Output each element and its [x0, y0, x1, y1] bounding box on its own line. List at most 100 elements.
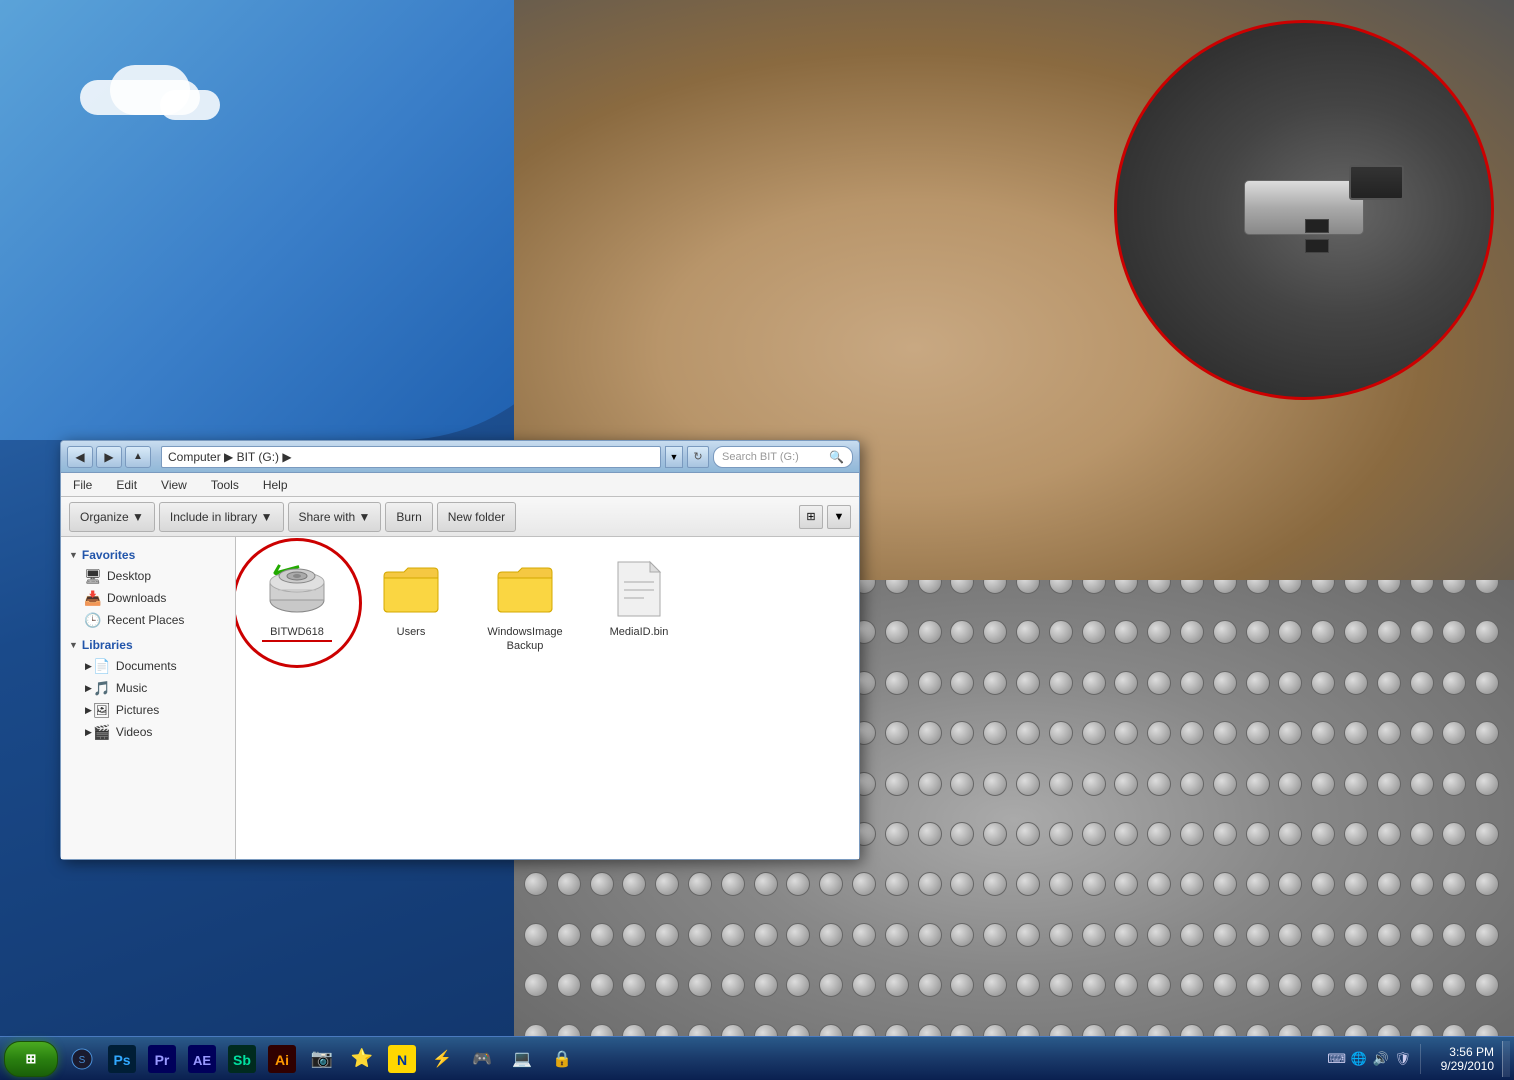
taskbar-norton[interactable]: N: [384, 1041, 420, 1077]
metal-dot: [590, 872, 614, 896]
sidebar-item-desktop[interactable]: 🖥 Desktop: [61, 565, 235, 587]
search-bar[interactable]: Search BIT (G:) 🔍: [713, 446, 853, 468]
metal-dot: [983, 671, 1007, 695]
metal-dot: [655, 872, 679, 896]
taskbar-illustrator[interactable]: Ai: [264, 1041, 300, 1077]
metal-dot: [983, 772, 1007, 796]
taskbar-unknown5[interactable]: 💻: [504, 1041, 540, 1077]
forward-button[interactable]: ▶: [96, 446, 122, 468]
metal-dot: [1082, 772, 1106, 796]
metal-dot: [1311, 973, 1335, 997]
libraries-section: ▼ Libraries ▶ 📄 Documents ▶ 🎵 Music: [61, 635, 235, 743]
menu-view[interactable]: View: [157, 476, 191, 494]
view-icon-button[interactable]: ⊞: [799, 505, 823, 529]
view-dropdown-button[interactable]: ▼: [827, 505, 851, 529]
taskbar-unknown1[interactable]: 📷: [304, 1041, 340, 1077]
tray-keyboard[interactable]: ⌨: [1328, 1050, 1346, 1068]
new-folder-button[interactable]: New folder: [437, 502, 516, 532]
metal-dot: [590, 973, 614, 997]
menu-file[interactable]: File: [69, 476, 96, 494]
metal-dot: [950, 772, 974, 796]
sidebar-item-music[interactable]: ▶ 🎵 Music: [61, 677, 235, 699]
svg-text:Ai: Ai: [275, 1052, 289, 1068]
metal-dot: [1442, 872, 1466, 896]
explorer-window: ◀ ▶ ▲ Computer ▶ BIT (G:) ▶ ▼ ↻ Search B…: [60, 440, 860, 860]
metal-dot: [721, 872, 745, 896]
metal-dot: [1278, 772, 1302, 796]
menu-tools[interactable]: Tools: [207, 476, 243, 494]
metal-dot: [852, 872, 876, 896]
metal-dot: [885, 923, 909, 947]
metal-dot: [1377, 923, 1401, 947]
metal-dot: [1311, 923, 1335, 947]
show-desktop-button[interactable]: [1502, 1041, 1510, 1077]
libraries-header[interactable]: ▼ Libraries: [61, 635, 235, 655]
sidebar-item-documents[interactable]: ▶ 📄 Documents: [61, 655, 235, 677]
metal-dot: [1278, 822, 1302, 846]
metal-dot: [1442, 923, 1466, 947]
sidebar-item-recent[interactable]: 🕒 Recent Places: [61, 609, 235, 631]
file-area: ↙: [236, 537, 859, 859]
taskbar-unknown3[interactable]: ⚡: [424, 1041, 460, 1077]
organize-button[interactable]: Organize ▼: [69, 502, 155, 532]
taskbar-unknown4[interactable]: 🎮: [464, 1041, 500, 1077]
metal-dot: [1213, 671, 1237, 695]
metal-dot: [983, 620, 1007, 644]
tray-shield[interactable]: 🛡: [1394, 1050, 1412, 1068]
metal-dot: [1049, 620, 1073, 644]
metal-dot: [754, 923, 778, 947]
sidebar-item-videos[interactable]: ▶ 🎬 Videos: [61, 721, 235, 743]
address-bar[interactable]: Computer ▶ BIT (G:) ▶: [161, 446, 661, 468]
metal-dot: [1442, 973, 1466, 997]
metal-dot: [1147, 620, 1171, 644]
start-button[interactable]: ⊞: [4, 1041, 58, 1077]
ae-icon: AE: [188, 1045, 216, 1073]
tray-volume[interactable]: 🔊: [1372, 1050, 1390, 1068]
share-with-button[interactable]: Share with ▼: [288, 502, 382, 532]
taskbar-unknown2[interactable]: ⭐: [344, 1041, 380, 1077]
address-dropdown[interactable]: ▼: [665, 446, 683, 468]
metal-dot: [754, 872, 778, 896]
taskbar-soundbooth[interactable]: Sb: [224, 1041, 260, 1077]
svg-text:N: N: [397, 1052, 407, 1068]
metal-dot: [754, 973, 778, 997]
taskbar-aftereffects[interactable]: AE: [184, 1041, 220, 1077]
file-item-users[interactable]: Users: [366, 553, 456, 658]
metal-dot: [1082, 822, 1106, 846]
tray-network[interactable]: 🌐: [1350, 1050, 1368, 1068]
metal-dot: [1475, 620, 1499, 644]
taskbar-premiere[interactable]: Pr: [144, 1041, 180, 1077]
menu-edit[interactable]: Edit: [112, 476, 141, 494]
menu-help[interactable]: Help: [259, 476, 292, 494]
up-button[interactable]: ▲: [125, 446, 151, 468]
metal-dot: [1475, 772, 1499, 796]
metal-dot: [1016, 822, 1040, 846]
videos-collapse-arrow: ▶: [85, 727, 92, 738]
file-item-windowsimagebackup[interactable]: WindowsImageBackup: [480, 553, 570, 658]
folder-svg-backup: [496, 564, 554, 614]
metal-dot: [983, 721, 1007, 745]
taskbar-steam[interactable]: S: [64, 1041, 100, 1077]
drive-icon: [265, 557, 329, 621]
metal-dot: [918, 772, 942, 796]
downloads-icon: 📥: [85, 590, 101, 606]
taskbar-unknown6[interactable]: 🔒: [544, 1041, 580, 1077]
taskbar-photoshop[interactable]: Ps: [104, 1041, 140, 1077]
back-button[interactable]: ◀: [67, 446, 93, 468]
sidebar-item-pictures[interactable]: ▶ 🖼 Pictures: [61, 699, 235, 721]
metal-dot: [918, 671, 942, 695]
metal-dot: [1278, 620, 1302, 644]
refresh-button[interactable]: ↻: [687, 446, 709, 468]
metal-dot: [885, 973, 909, 997]
sidebar-item-downloads[interactable]: 📥 Downloads: [61, 587, 235, 609]
include-library-button[interactable]: Include in library ▼: [159, 502, 284, 532]
metal-dot: [819, 973, 843, 997]
file-item-bitwd618[interactable]: ↙: [252, 553, 342, 658]
favorites-header[interactable]: ▼ Favorites: [61, 545, 235, 565]
drive-svg: [268, 562, 326, 616]
metal-dot: [1114, 822, 1138, 846]
burn-button[interactable]: Burn: [385, 502, 432, 532]
file-item-mediaid[interactable]: MediaID.bin: [594, 553, 684, 658]
clock-area[interactable]: 3:56 PM 9/29/2010: [1433, 1045, 1502, 1073]
metal-dot: [688, 973, 712, 997]
